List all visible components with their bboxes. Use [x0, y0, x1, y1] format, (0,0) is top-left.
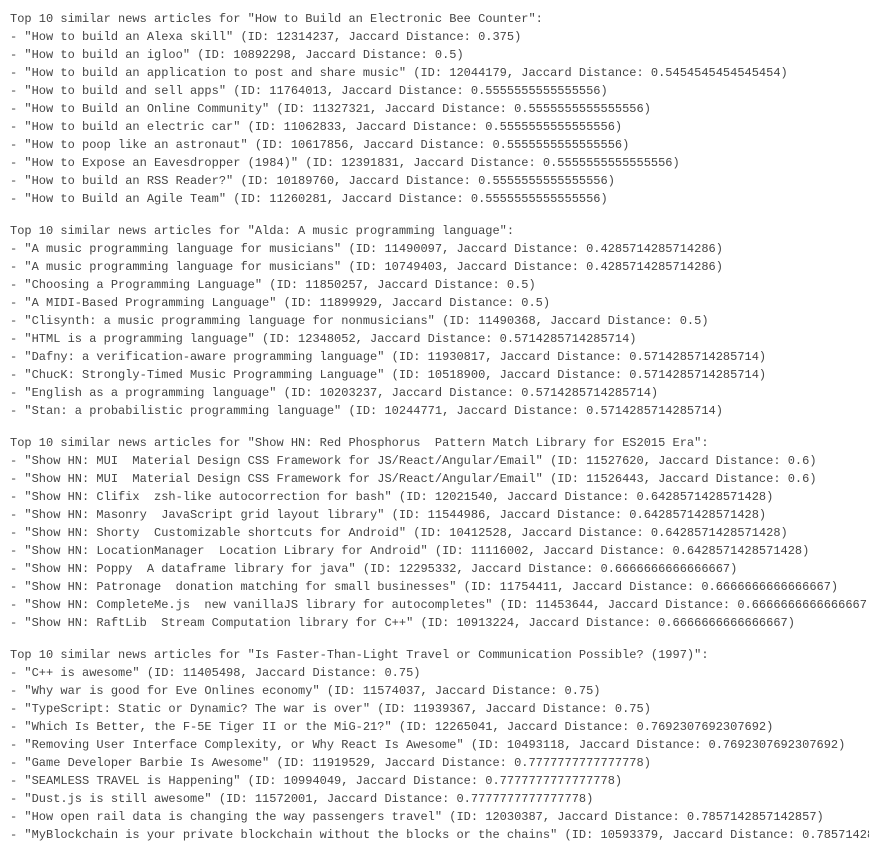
- result-item: - "Dafny: a verification-aware programmi…: [10, 348, 859, 366]
- group-header: Top 10 similar news articles for "Show H…: [10, 434, 859, 452]
- result-item: - "Why war is good for Eve Onlines econo…: [10, 682, 859, 700]
- result-item: - "How to build an electric car" (ID: 11…: [10, 118, 859, 136]
- result-item: - "Clisynth: a music programming languag…: [10, 312, 859, 330]
- result-item: - "C++ is awesome" (ID: 11405498, Jaccar…: [10, 664, 859, 682]
- result-item: - "TypeScript: Static or Dynamic? The wa…: [10, 700, 859, 718]
- result-item: - "How to build and sell apps" (ID: 1176…: [10, 82, 859, 100]
- result-item: - "How to build an application to post a…: [10, 64, 859, 82]
- result-item: - "Show HN: RaftLib Stream Computation l…: [10, 614, 859, 632]
- result-item: - "SEAMLESS TRAVEL is Happening" (ID: 10…: [10, 772, 859, 790]
- result-item: - "How open rail data is changing the wa…: [10, 808, 859, 826]
- result-item: - "How to build an RSS Reader?" (ID: 101…: [10, 172, 859, 190]
- result-group: Top 10 similar news articles for "How to…: [10, 10, 859, 208]
- result-item: - "Show HN: LocationManager Location Lib…: [10, 542, 859, 560]
- result-item: - "How to build an igloo" (ID: 10892298,…: [10, 46, 859, 64]
- result-item: - "How to Build an Agile Team" (ID: 1126…: [10, 190, 859, 208]
- result-item: - "ChucK: Strongly-Timed Music Programmi…: [10, 366, 859, 384]
- result-group: Top 10 similar news articles for "Alda: …: [10, 222, 859, 420]
- result-item: - "How to build an Alexa skill" (ID: 123…: [10, 28, 859, 46]
- result-item: - "English as a programming language" (I…: [10, 384, 859, 402]
- group-header: Top 10 similar news articles for "Alda: …: [10, 222, 859, 240]
- result-item: - "Show HN: Shorty Customizable shortcut…: [10, 524, 859, 542]
- result-item: - "Which Is Better, the F-5E Tiger II or…: [10, 718, 859, 736]
- result-item: - "MyBlockchain is your private blockcha…: [10, 826, 859, 844]
- result-item: - "How to Expose an Eavesdropper (1984)"…: [10, 154, 859, 172]
- output-text: Top 10 similar news articles for "How to…: [10, 10, 859, 844]
- result-item: - "Show HN: Poppy A dataframe library fo…: [10, 560, 859, 578]
- result-item: - "Show HN: Clifix zsh-like autocorrecti…: [10, 488, 859, 506]
- result-item: - "Show HN: Masonry JavaScript grid layo…: [10, 506, 859, 524]
- result-item: - "Show HN: MUI Material Design CSS Fram…: [10, 470, 859, 488]
- result-item: - "Removing User Interface Complexity, o…: [10, 736, 859, 754]
- result-item: - "Game Developer Barbie Is Awesome" (ID…: [10, 754, 859, 772]
- result-item: - "Show HN: CompleteMe.js new vanillaJS …: [10, 596, 859, 614]
- result-item: - "How to poop like an astronaut" (ID: 1…: [10, 136, 859, 154]
- result-item: - "How to Build an Online Community" (ID…: [10, 100, 859, 118]
- result-item: - "HTML is a programming language" (ID: …: [10, 330, 859, 348]
- group-header: Top 10 similar news articles for "Is Fas…: [10, 646, 859, 664]
- group-header: Top 10 similar news articles for "How to…: [10, 10, 859, 28]
- result-item: - "A MIDI-Based Programming Language" (I…: [10, 294, 859, 312]
- result-item: - "Dust.js is still awesome" (ID: 115720…: [10, 790, 859, 808]
- result-group: Top 10 similar news articles for "Show H…: [10, 434, 859, 632]
- result-item: - "Stan: a probabilistic programming lan…: [10, 402, 859, 420]
- result-item: - "A music programming language for musi…: [10, 258, 859, 276]
- result-item: - "Show HN: Patronage donation matching …: [10, 578, 859, 596]
- result-item: - "A music programming language for musi…: [10, 240, 859, 258]
- result-item: - "Show HN: MUI Material Design CSS Fram…: [10, 452, 859, 470]
- result-item: - "Choosing a Programming Language" (ID:…: [10, 276, 859, 294]
- result-group: Top 10 similar news articles for "Is Fas…: [10, 646, 859, 844]
